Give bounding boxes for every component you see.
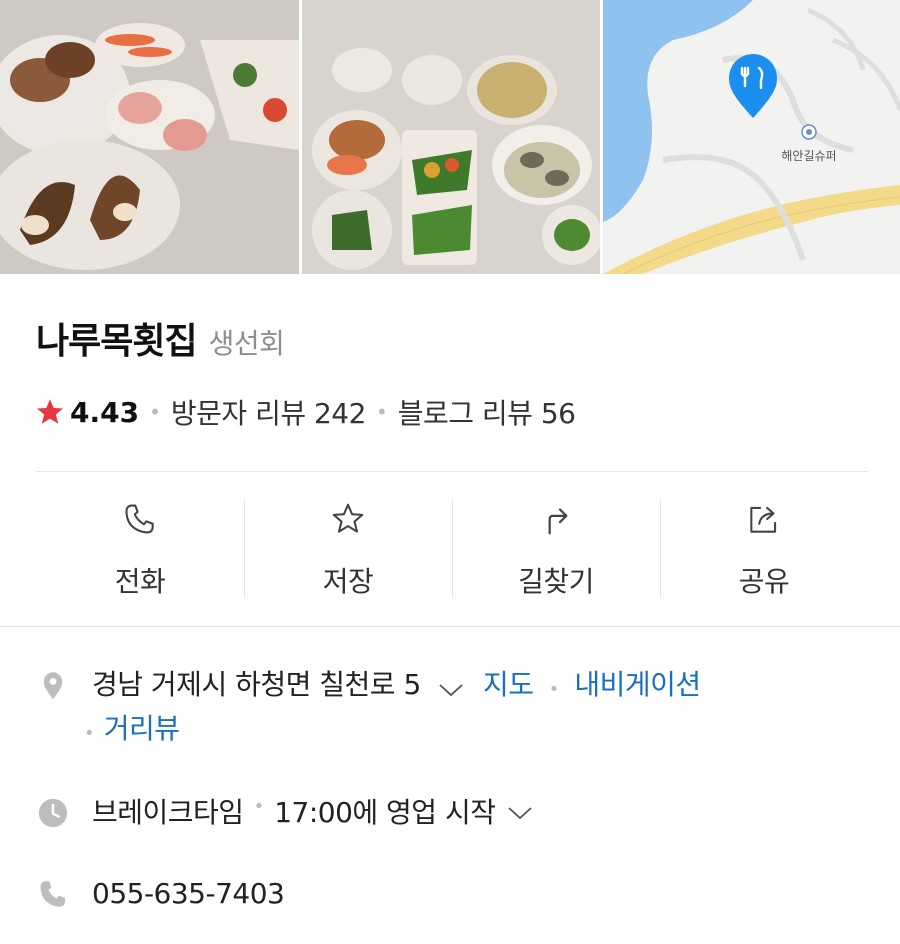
star-outline-icon [332, 503, 364, 533]
call-label: 전화 [114, 565, 166, 598]
place-category: 생선회 [208, 327, 285, 360]
location-pin-icon [43, 672, 63, 700]
place-name: 나루목횟집 [36, 321, 198, 362]
share-icon [750, 506, 777, 533]
directions-label: 길찾기 [518, 565, 594, 598]
share-button[interactable]: 공유 [660, 498, 868, 600]
photo-strip: 해안길슈퍼 [0, 0, 900, 274]
food-photo-crabs-shells[interactable] [0, 0, 299, 274]
phone-row[interactable]: 055-635-7403 [36, 877, 285, 911]
navigation-link[interactable]: 내비게이션 [574, 668, 701, 701]
directions-button[interactable]: 길찾기 [452, 498, 660, 600]
phone-icon [125, 504, 154, 534]
address-row: 경남 거제시 하청면 칠천로 5 지도 • 내비게이션 • 거리뷰 [36, 668, 701, 746]
save-button[interactable]: 저장 [244, 498, 452, 600]
rating-row: 4.43 • 방문자 리뷰 242 • 블로그 리뷰 56 [34, 392, 576, 432]
section-divider [0, 626, 900, 627]
star-rating-icon [36, 399, 64, 424]
map-store-label: 해안길슈퍼 [781, 149, 836, 163]
share-label: 공유 [738, 565, 790, 598]
separator-dot: • [149, 400, 161, 424]
address-text: 경남 거제시 하청면 칠천로 5 [92, 668, 421, 701]
call-button[interactable]: 전화 [36, 498, 244, 600]
food-photo-table-spread[interactable] [302, 0, 600, 274]
map-link[interactable]: 지도 [483, 668, 534, 701]
save-label: 저장 [322, 565, 374, 598]
rating-value: 4.43 [70, 395, 140, 429]
map-thumbnail[interactable]: 해안길슈퍼 [603, 0, 900, 274]
separator-dot: • [548, 679, 560, 700]
hours-status: 브레이크타임 [92, 796, 244, 829]
phone-number[interactable]: 055-635-7403 [92, 877, 285, 911]
visitor-reviews-link[interactable]: 방문자 리뷰 242 [171, 392, 367, 432]
phone-filled-icon [40, 881, 66, 907]
separator-dot: • [375, 400, 388, 424]
chevron-down-icon[interactable] [507, 805, 533, 821]
directions-icon [548, 508, 568, 535]
action-bar: 전화 저장 길찾기 공유 [36, 498, 868, 600]
clock-icon [38, 798, 68, 828]
place-title-row: 나루목횟집 생선회 [36, 312, 285, 364]
separator-dot: • [84, 723, 95, 744]
hours-detail: 17:00에 영업 시작 [274, 796, 496, 829]
blog-reviews-link[interactable]: 블로그 리뷰 56 [398, 392, 576, 432]
divider [36, 471, 868, 472]
chevron-down-icon[interactable] [438, 682, 464, 698]
hours-row[interactable]: 브레이크타임 • 17:00에 영업 시작 [36, 796, 533, 830]
separator-dot: • [253, 796, 265, 817]
street-view-link[interactable]: 거리뷰 [104, 712, 180, 745]
